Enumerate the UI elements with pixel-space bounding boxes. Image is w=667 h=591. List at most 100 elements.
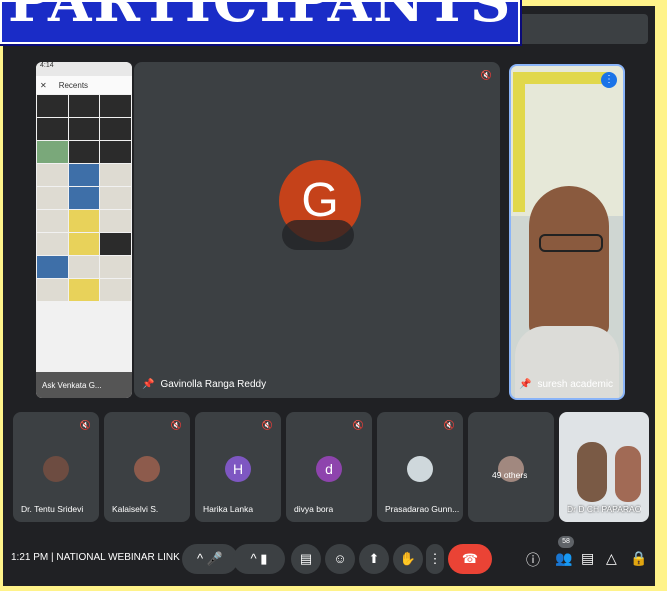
participant-tile[interactable]: 🔇 Prasadarao Gunn... bbox=[377, 412, 463, 522]
thumbnail bbox=[68, 141, 100, 163]
pin-icon[interactable]: 📌 bbox=[142, 379, 154, 390]
thumbnail bbox=[68, 187, 100, 209]
microphone-button[interactable]: ^ 🎤 bbox=[182, 544, 238, 574]
thumbnail bbox=[100, 233, 131, 255]
clock-time: 1:21 PM bbox=[11, 552, 49, 563]
phone-bottom-bar: Ask Venkata G... bbox=[36, 372, 132, 398]
participant-count-badge: 58 bbox=[558, 536, 574, 548]
thumbnail bbox=[68, 164, 100, 186]
thumbnail bbox=[100, 95, 131, 117]
speaking-indicator-icon: ⋮ bbox=[601, 72, 617, 88]
mic-off-icon: 🔇 bbox=[79, 420, 91, 430]
leave-call-button[interactable]: ☎ bbox=[448, 544, 492, 574]
thumbnail bbox=[100, 210, 131, 232]
participant-name: divya bora bbox=[294, 504, 334, 514]
phone-header-title: Recents bbox=[58, 80, 89, 90]
participant-avatar: H bbox=[225, 456, 251, 482]
thumbnail bbox=[100, 118, 131, 140]
participant-name-label: 📌 Gavinolla Ranga Reddy bbox=[142, 379, 266, 390]
thumbnail bbox=[100, 164, 131, 186]
mic-off-icon: 🔇 bbox=[443, 420, 455, 430]
thumbnail bbox=[37, 141, 68, 163]
tile-options-pill[interactable] bbox=[282, 220, 354, 250]
meeting-info: 1:21 PM | NATIONAL WEBINAR LINK bbox=[11, 552, 180, 563]
participant-tile[interactable]: 🔇 d divya bora bbox=[286, 412, 372, 522]
participant-tile[interactable]: 🔇 Dr. Tentu Sridevi bbox=[13, 412, 99, 522]
participant-video bbox=[577, 442, 607, 502]
right-edge bbox=[655, 0, 667, 591]
more-options-button[interactable]: ⋮ bbox=[426, 544, 444, 574]
thumbnail bbox=[37, 187, 68, 209]
chevron-up-icon[interactable]: ^ bbox=[251, 551, 257, 566]
participant-video bbox=[615, 446, 641, 502]
participant-avatar bbox=[43, 456, 69, 482]
present-screen-icon: ⬆ bbox=[368, 551, 380, 566]
others-tile[interactable]: 49 others bbox=[468, 412, 554, 522]
thumbnail bbox=[37, 118, 68, 140]
more-vert-icon: ⋮ bbox=[428, 551, 442, 566]
screen-share-tile[interactable]: 4:14 ✕ Recents Ask Venkata G... bbox=[36, 62, 132, 398]
participant-name: Dr D CH PAPARAO bbox=[567, 504, 642, 514]
chevron-up-icon[interactable]: ^ bbox=[197, 551, 203, 566]
people-icon[interactable]: 👥 bbox=[555, 550, 572, 567]
microphone-icon: 🎤 bbox=[206, 551, 223, 566]
thumbnail bbox=[37, 95, 68, 117]
emoji-icon: ☺ bbox=[333, 551, 347, 566]
banner-title: PARTICIPANTS bbox=[8, 0, 513, 35]
main-participant-tile[interactable]: 🔇 G 📌 Gavinolla Ranga Reddy bbox=[134, 62, 500, 398]
present-button[interactable]: ⬆ bbox=[359, 544, 389, 574]
host-controls-icon[interactable]: 🔒 bbox=[630, 550, 647, 567]
camera-button[interactable]: ^ ▮ bbox=[233, 544, 285, 574]
mic-off-icon: 🔇 bbox=[352, 420, 364, 430]
active-speaker-tile[interactable]: ⋮ 📌 suresh academic bbox=[509, 64, 625, 400]
participant-name: Prasadarao Gunn... bbox=[385, 504, 460, 514]
others-count: 49 others bbox=[492, 470, 528, 480]
participant-tile[interactable]: 🔇 H Harika Lanka bbox=[195, 412, 281, 522]
captions-icon: ▤ bbox=[299, 551, 313, 566]
participant-tile[interactable]: Dr D CH PAPARAO bbox=[559, 412, 649, 522]
thumbnail bbox=[68, 256, 100, 278]
mic-off-icon: 🔇 bbox=[480, 70, 492, 80]
camera-icon: ▮ bbox=[260, 551, 268, 566]
close-icon: ✕ bbox=[40, 80, 47, 90]
meet-window: 4:14 ✕ Recents Ask Venkata G... 🔇 G 📌 Ga… bbox=[3, 6, 655, 586]
participant-name-label: 📌 suresh academic bbox=[519, 379, 613, 390]
thumbnail bbox=[37, 164, 68, 186]
thumbnail bbox=[68, 118, 100, 140]
raise-hand-button[interactable]: ✋ bbox=[393, 544, 423, 574]
hand-icon: ✋ bbox=[399, 551, 417, 566]
mic-off-icon: 🔇 bbox=[170, 420, 182, 430]
captions-button[interactable]: ▤ bbox=[291, 544, 321, 574]
chat-icon[interactable]: ▤ bbox=[581, 550, 594, 567]
phone-hangup-icon: ☎ bbox=[461, 551, 479, 566]
control-bar: 1:21 PM | NATIONAL WEBINAR LINK ^ 🎤 ^ ▮ … bbox=[3, 530, 655, 586]
participant-name: suresh academic bbox=[537, 379, 614, 390]
info-icon[interactable]: ⓘ bbox=[526, 550, 540, 570]
speaker-video bbox=[529, 186, 609, 336]
participant-avatar bbox=[407, 456, 433, 482]
participant-avatar: d bbox=[316, 456, 342, 482]
activities-icon[interactable]: △ bbox=[606, 550, 617, 567]
participant-name: Dr. Tentu Sridevi bbox=[21, 504, 84, 514]
video-detail bbox=[539, 234, 603, 252]
video-detail bbox=[513, 72, 607, 84]
participants-banner: PARTICIPANTS bbox=[0, 0, 522, 46]
participant-name: Harika Lanka bbox=[203, 504, 254, 514]
thumbnail bbox=[37, 210, 68, 232]
video-detail bbox=[513, 72, 525, 212]
thumbnail bbox=[68, 95, 100, 117]
participant-avatar bbox=[134, 456, 160, 482]
phone-status-bar: 4:14 bbox=[36, 62, 132, 76]
thumbnail bbox=[100, 187, 131, 209]
participant-name: Gavinolla Ranga Reddy bbox=[160, 379, 267, 390]
thumbnail bbox=[100, 141, 131, 163]
thumbnail bbox=[68, 210, 100, 232]
meeting-name: NATIONAL WEBINAR LINK bbox=[56, 552, 180, 563]
thumbnail bbox=[68, 279, 100, 301]
pin-icon[interactable]: 📌 bbox=[519, 379, 531, 390]
emoji-button[interactable]: ☺ bbox=[325, 544, 355, 574]
thumbnail bbox=[37, 233, 68, 255]
participant-tile[interactable]: 🔇 Kalaiselvi S. bbox=[104, 412, 190, 522]
mic-off-icon: 🔇 bbox=[261, 420, 273, 430]
thumbnail bbox=[68, 233, 100, 255]
